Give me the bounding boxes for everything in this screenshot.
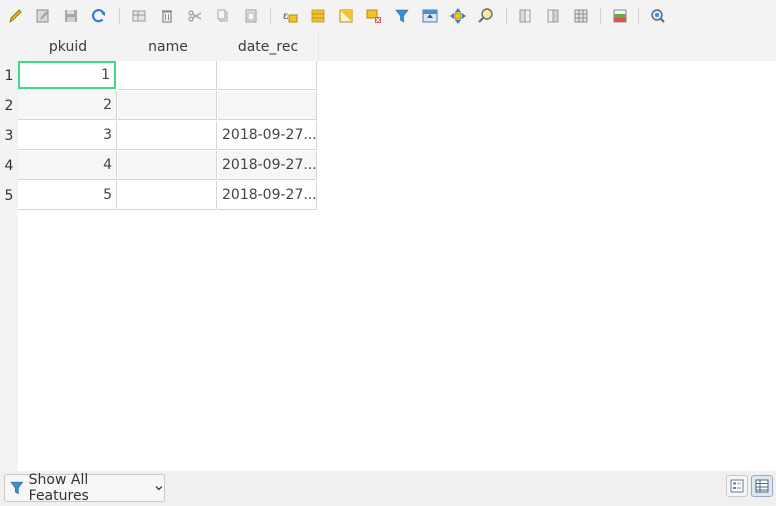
save-edits-button[interactable] — [60, 5, 82, 27]
column-header-name[interactable]: name — [118, 33, 219, 61]
table-cell[interactable]: 2018-09-27... — [218, 181, 317, 210]
select-by-expression-icon: ε — [283, 11, 298, 23]
cut-button[interactable] — [184, 5, 206, 27]
toggle-editing-button[interactable] — [4, 5, 26, 27]
row-header[interactable]: 3 — [0, 121, 18, 151]
row-header[interactable]: 2 — [0, 91, 18, 121]
table-cell[interactable]: 3 — [18, 121, 117, 150]
delete-field-icon — [547, 9, 559, 23]
chevron-down-icon — [155, 486, 163, 491]
add-feature-icon — [132, 10, 146, 22]
table-cell[interactable]: 4 — [18, 151, 117, 180]
attribute-table-bottom-bar: Show All Features — [0, 471, 776, 506]
delete-feature-button[interactable] — [156, 5, 178, 27]
feature-filter-label: Show All Features — [28, 472, 89, 504]
copy-button[interactable] — [212, 5, 234, 27]
filter-select-button[interactable] — [391, 5, 413, 27]
table-cell[interactable]: 5 — [18, 181, 117, 210]
field-calculator-button[interactable] — [570, 5, 592, 27]
toggle-editing-icon — [9, 9, 22, 23]
dock-actions-button[interactable] — [647, 5, 669, 27]
table-view-icon — [755, 479, 769, 493]
add-feature-button[interactable] — [128, 5, 150, 27]
attribute-table-toolbar: ε — [0, 0, 776, 34]
column-header-pkuid[interactable]: pkuid — [18, 33, 119, 61]
reload-icon — [91, 9, 106, 23]
filter-icon — [10, 481, 24, 495]
invert-selection-button[interactable] — [335, 5, 357, 27]
column-header-date-rec[interactable]: date_rec — [218, 33, 319, 61]
invert-selection-icon — [339, 9, 353, 23]
dock-actions-icon — [651, 9, 665, 23]
select-all-icon — [311, 9, 325, 23]
table-cell[interactable] — [118, 151, 217, 180]
svg-text:ε: ε — [283, 11, 288, 22]
cut-icon — [188, 10, 202, 22]
table-cell[interactable] — [218, 91, 317, 120]
zoom-to-selected-icon — [478, 8, 493, 23]
new-field-icon — [519, 9, 531, 23]
copy-icon — [217, 9, 228, 22]
row-header[interactable]: 4 — [0, 151, 18, 181]
zoom-to-selected-button[interactable] — [475, 5, 497, 27]
table-view-button[interactable] — [751, 475, 773, 497]
table-cell[interactable] — [118, 121, 217, 150]
row-header[interactable]: 1 — [0, 61, 18, 91]
save-edits-icon — [65, 10, 77, 22]
paste-button[interactable] — [240, 5, 262, 27]
table-cell[interactable] — [118, 181, 217, 210]
deselect-all-button[interactable] — [363, 5, 385, 27]
feature-filter-dropdown[interactable]: Show All Features — [4, 472, 165, 504]
table-cell[interactable]: 2 — [18, 91, 117, 120]
move-selection-to-top-button[interactable] — [419, 5, 441, 27]
delete-field-button[interactable] — [542, 5, 564, 27]
table-cell[interactable]: 2018-09-27... — [218, 151, 317, 180]
reload-button[interactable] — [88, 5, 110, 27]
multi-edit-icon — [36, 9, 49, 23]
deselect-all-icon — [366, 9, 381, 23]
conditional-formatting-icon — [613, 9, 627, 23]
select-all-button[interactable] — [307, 5, 329, 27]
attribute-table: pkuid name date_rec 1 1 2 2 3 3 2018-09-… — [0, 33, 776, 471]
pan-to-selected-button[interactable] — [447, 5, 469, 27]
select-by-expression-button[interactable]: ε — [279, 5, 301, 27]
filter-select-icon — [395, 9, 409, 23]
conditional-formatting-button[interactable] — [609, 5, 631, 27]
form-view-button[interactable] — [726, 475, 748, 497]
table-cell[interactable] — [118, 61, 217, 90]
table-cell[interactable]: 2018-09-27... — [218, 121, 317, 150]
new-field-button[interactable] — [514, 5, 536, 27]
paste-icon — [245, 9, 257, 23]
row-header[interactable]: 5 — [0, 181, 18, 211]
multi-edit-button[interactable] — [32, 5, 54, 27]
table-cell[interactable]: 1 — [18, 61, 116, 89]
field-calculator-icon — [574, 9, 588, 23]
form-view-icon — [730, 479, 744, 493]
delete-feature-icon — [162, 10, 172, 23]
table-cell[interactable] — [118, 91, 217, 120]
pan-to-selected-icon — [450, 8, 466, 24]
table-cell[interactable] — [218, 61, 317, 90]
move-selection-to-top-icon — [422, 9, 438, 23]
